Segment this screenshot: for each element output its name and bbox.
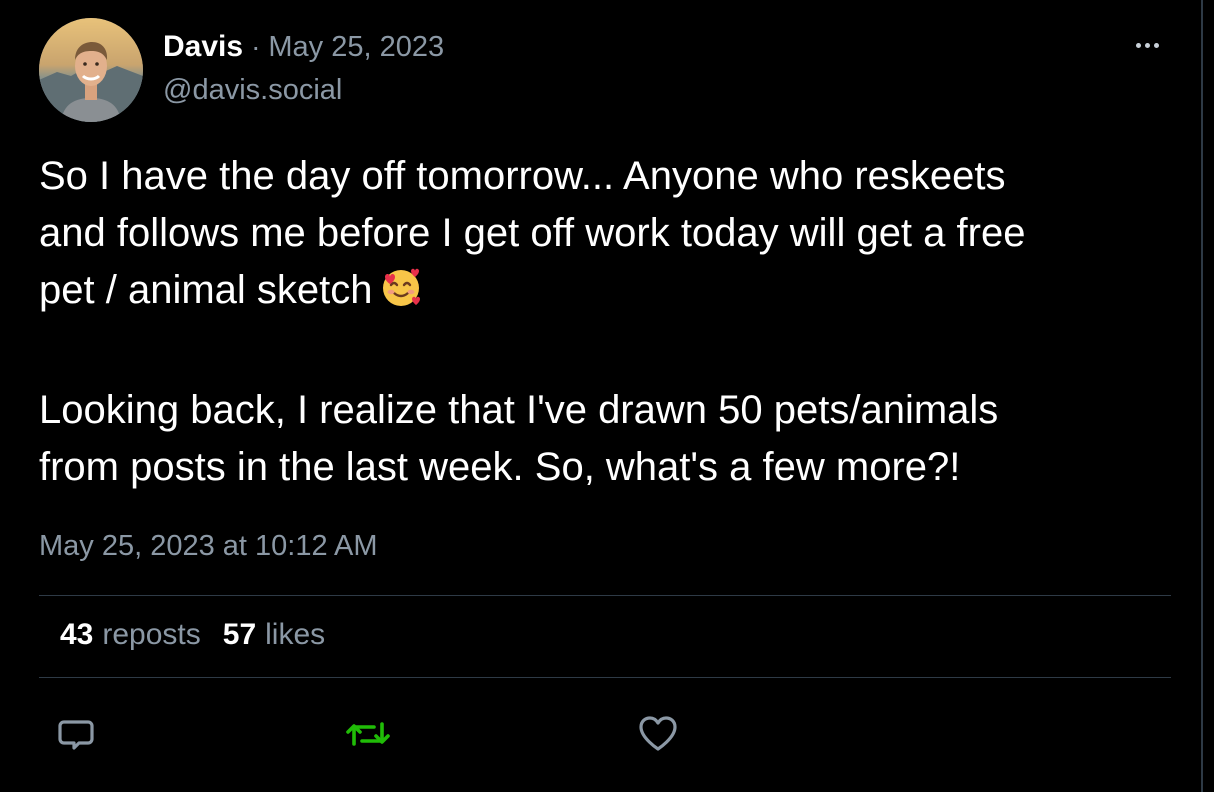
post-line-text: pet / animal sketch [39, 268, 373, 312]
repost-button[interactable] [346, 712, 390, 756]
header-separator: · [251, 31, 261, 62]
speech-bubble-icon [58, 720, 94, 750]
author-display-name[interactable]: Davis [163, 30, 243, 64]
repost-arrows-icon [346, 722, 390, 746]
post-body: So I have the day off tomorrow... Anyone… [39, 148, 1159, 496]
post-line: So I have the day off tomorrow... Anyone… [39, 154, 1006, 198]
smiling-face-with-hearts-icon [379, 265, 423, 325]
post-line: from posts in the last week. So, what's … [39, 445, 961, 489]
post-date[interactable]: May 25, 2023 [268, 31, 444, 64]
author-handle[interactable]: @davis.social [163, 74, 342, 107]
reposts-label[interactable]: reposts [102, 618, 200, 652]
likes-count[interactable]: 57 [223, 618, 256, 652]
reply-button[interactable] [54, 712, 98, 756]
heart-outline-icon [639, 716, 677, 751]
post-line: Looking back, I realize that I've drawn … [39, 388, 999, 432]
engagement-stats: 43 reposts 57 likes [60, 618, 325, 652]
likes-label[interactable]: likes [265, 618, 325, 652]
avatar-photo [39, 18, 143, 122]
post-card: Davis · May 25, 2023 @davis.social So I … [0, 0, 1203, 792]
reposts-count[interactable]: 43 [60, 618, 93, 652]
more-options-icon[interactable] [1127, 33, 1167, 57]
post-line-with-emoji: pet / animal sketch [39, 262, 1159, 325]
divider [39, 677, 1171, 678]
author-header: Davis · May 25, 2023 [163, 30, 444, 70]
like-button[interactable] [636, 712, 680, 756]
avatar[interactable] [39, 18, 143, 122]
post-line: and follows me before I get off work tod… [39, 211, 1026, 255]
post-timestamp[interactable]: May 25, 2023 at 10:12 AM [39, 530, 378, 563]
divider [39, 595, 1171, 596]
